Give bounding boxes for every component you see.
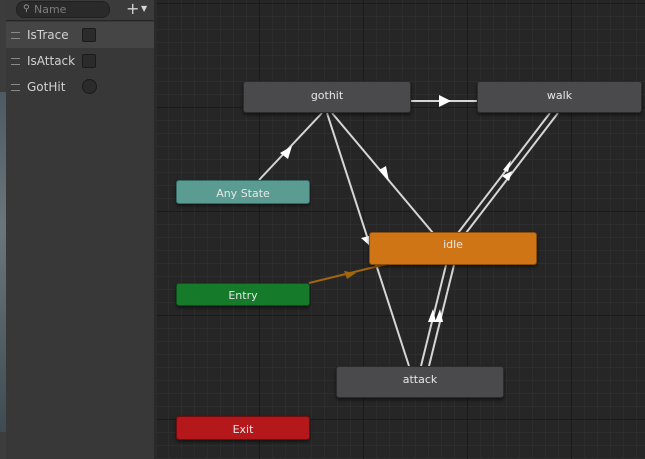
state-label: Exit [232,423,254,436]
dropdown-arrow-icon: ▼ [141,4,148,13]
add-parameter-button[interactable]: + ▼ [124,0,152,18]
state-label: Any State [216,187,270,200]
state-entry[interactable]: Entry [176,283,310,306]
drag-handle-icon[interactable] [11,32,20,39]
transition-walk-idle[interactable] [457,112,551,234]
drag-handle-icon[interactable] [11,58,20,65]
state-machine-graph[interactable]: gothit walk Any State idle Entry attack … [157,0,645,459]
search-input[interactable] [34,2,104,17]
arrowhead-gothit-walk [439,95,451,107]
transition-idle-walk[interactable] [465,112,559,234]
state-idle-default[interactable]: idle [369,232,537,265]
parameters-panel: ⚲ + ▼ IsTrace IsAttack GotHit [6,0,155,459]
state-gothit[interactable]: gothit [243,81,411,113]
parameter-bool-checkbox[interactable] [82,54,96,68]
transition-anystate-gothit[interactable] [258,112,323,181]
state-attack[interactable]: attack [336,366,504,398]
drag-handle-icon[interactable] [11,84,20,91]
parameter-trigger-radio[interactable] [82,79,97,94]
arrowhead-gothit-idle [379,166,389,181]
parameter-bool-checkbox[interactable] [82,28,96,42]
state-exit[interactable]: Exit [176,416,310,440]
plus-icon: + [126,0,140,18]
parameter-name: IsAttack [27,54,76,68]
state-label: gothit [310,89,344,102]
parameter-row-istrace[interactable]: IsTrace [6,22,154,48]
parameter-name: IsTrace [27,28,69,42]
search-icon: ⚲ [23,4,30,14]
parameter-row-gothit[interactable]: GotHit [6,74,154,100]
parameter-name: GotHit [27,80,66,94]
parameters-toolbar: ⚲ + ▼ [6,0,154,21]
state-label: idle [443,238,463,251]
state-label: walk [546,89,573,102]
state-label: attack [402,373,438,386]
parameter-row-isattack[interactable]: IsAttack [6,48,154,74]
search-field[interactable]: ⚲ [16,1,110,18]
state-label: Entry [228,289,258,302]
state-walk[interactable]: walk [477,81,642,113]
state-any-state[interactable]: Any State [176,180,310,204]
